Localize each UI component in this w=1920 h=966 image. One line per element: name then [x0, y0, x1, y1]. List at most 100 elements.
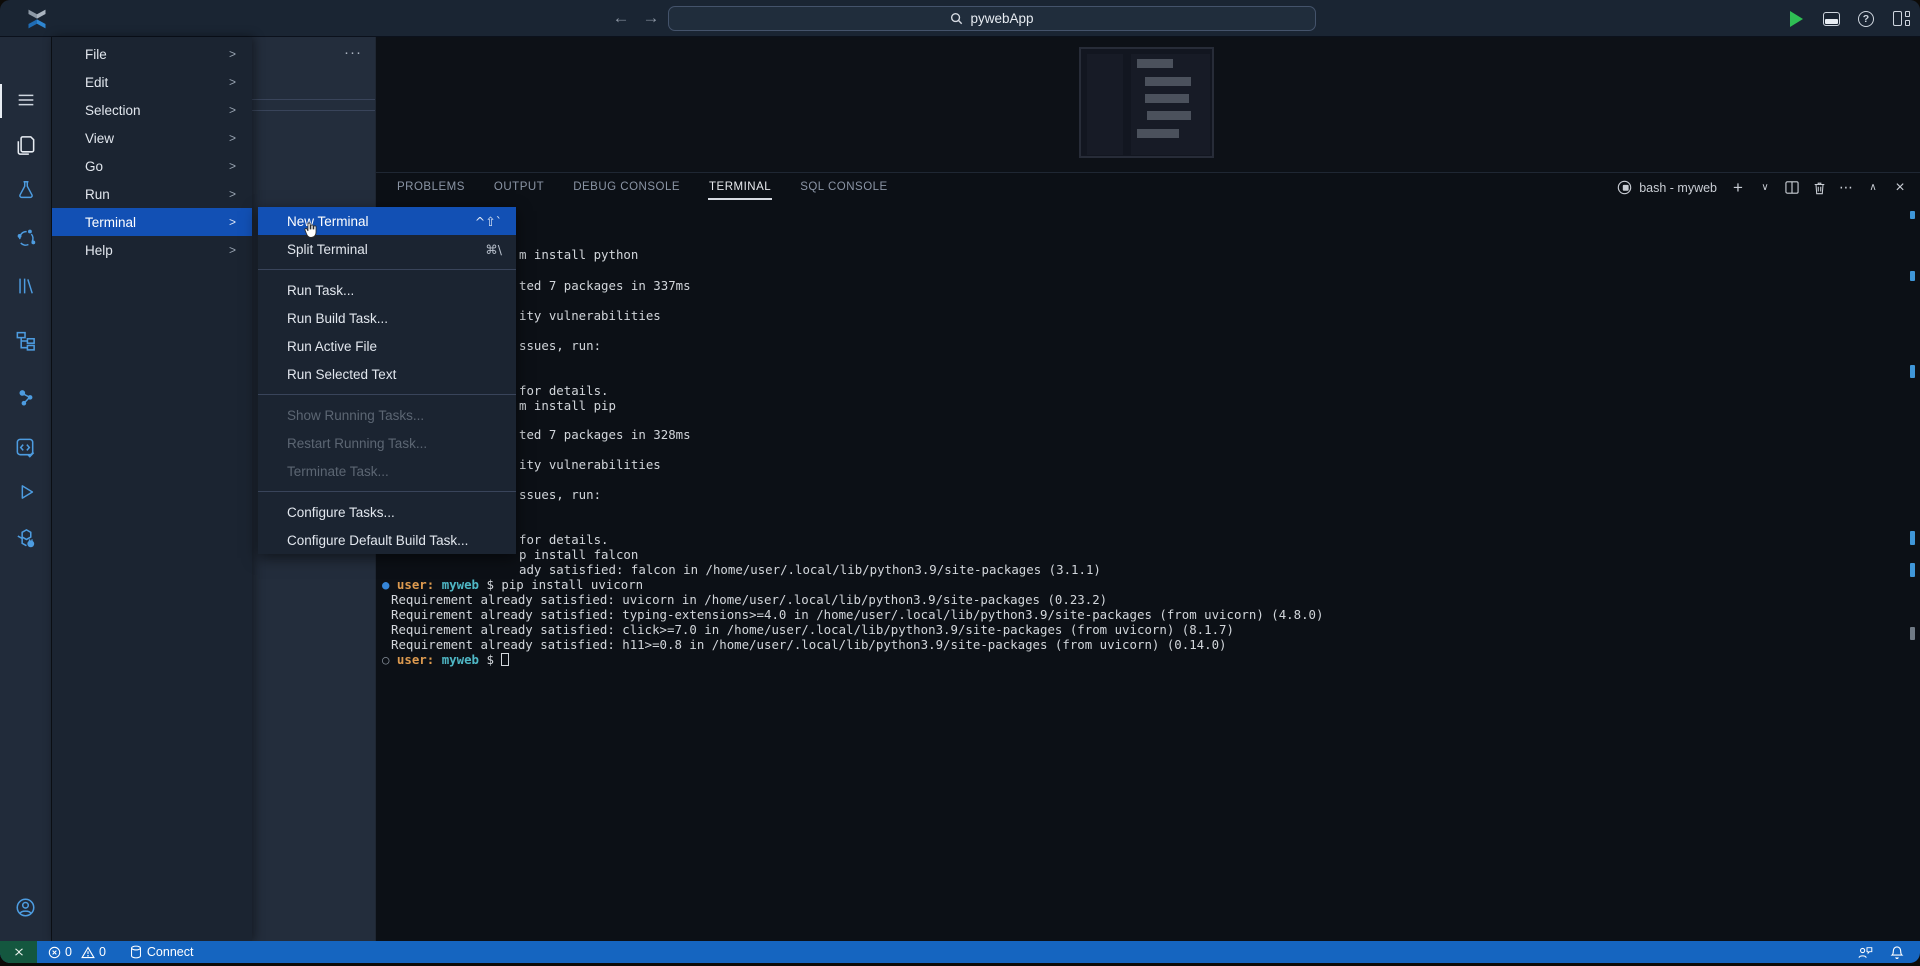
connect-button[interactable]: Connect — [130, 945, 194, 959]
terminal-line: Requirement already satisfied: h11>=0.8 … — [391, 637, 1227, 652]
bottom-panel: PROBLEMS OUTPUT DEBUG CONSOLE TERMINAL SQL C… — [376, 172, 1920, 941]
submenu-item-run-build-task[interactable]: Run Build Task... — [258, 304, 516, 332]
terminal-label: bash - myweb — [1639, 181, 1717, 195]
terminal-line: Requirement already satisfied: typing-ex… — [391, 607, 1323, 622]
terminal-line: m install pip — [519, 398, 616, 413]
submenu-item-configure-default-build-task[interactable]: Configure Default Build Task... — [258, 526, 516, 554]
chevron-right-icon: > — [229, 103, 236, 117]
tab-debug-console[interactable]: DEBUG CONSOLE — [572, 173, 681, 202]
menu-item-terminal[interactable]: Terminal> — [52, 208, 252, 236]
overview-ruler — [1910, 1, 1915, 963]
mouse-cursor-hand — [301, 221, 320, 240]
tab-terminal[interactable]: TERMINAL — [708, 173, 772, 202]
search-icon — [950, 12, 963, 25]
app-window: ← → pywebApp ? ··· — [0, 0, 1920, 963]
remote-indicator[interactable] — [0, 941, 37, 963]
bell-icon[interactable] — [1890, 945, 1904, 960]
terminal-line: for details. — [519, 532, 609, 547]
more-actions-icon[interactable]: ··· — [344, 44, 362, 61]
tab-sql-console[interactable]: SQL CONSOLE — [799, 173, 889, 202]
submenu-item-run-task[interactable]: Run Task... — [258, 276, 516, 304]
terminal-cursor — [501, 653, 509, 666]
terminal-submenu: New Terminal^⇧`Split Terminal⌘\ Run Task.… — [258, 207, 516, 554]
terminal-line: ity vulnerabilities — [519, 308, 661, 323]
panel-icon — [1823, 12, 1840, 26]
toggle-panel-button[interactable] — [1820, 8, 1842, 30]
panel-actions: bash - myweb + ∨ ⋯ ∧ × — [1617, 173, 1907, 202]
submenu-item-configure-tasks[interactable]: Configure Tasks... — [258, 498, 516, 526]
run-icon[interactable] — [0, 472, 51, 512]
graph-icon[interactable] — [0, 378, 51, 418]
remote-icon — [12, 945, 26, 959]
main-menu: File>Edit>Selection>View>Go>Run>Terminal… — [52, 37, 252, 941]
warning-icon — [81, 946, 95, 959]
keyboard-shortcut: ^⇧` — [475, 214, 502, 229]
status-bar: 0 0 Connect — [0, 941, 1920, 963]
activity-bar — [0, 37, 51, 941]
account-icon[interactable] — [0, 887, 51, 927]
preview-left-column — [1087, 54, 1123, 155]
terminal-line: p install falcon — [519, 547, 638, 562]
terminal-picker-chevron[interactable]: ∨ — [1758, 182, 1772, 193]
terminal-line: for details. — [519, 383, 609, 398]
editor-area: PROBLEMS OUTPUT DEBUG CONSOLE TERMINAL SQL C… — [375, 37, 1920, 941]
terminal-line: ted 7 packages in 328ms — [519, 427, 691, 442]
submenu-item-run-selected-text[interactable]: Run Selected Text — [258, 360, 516, 388]
tab-problems[interactable]: PROBLEMS — [396, 173, 466, 202]
library-icon[interactable] — [0, 266, 51, 306]
connect-label: Connect — [147, 945, 194, 959]
share-icon[interactable] — [0, 218, 51, 258]
problems-status[interactable]: 0 0 — [48, 945, 106, 959]
back-icon[interactable]: ← — [608, 4, 634, 32]
submenu-item-split-terminal[interactable]: Split Terminal⌘\ — [258, 235, 516, 263]
command-center-search[interactable]: pywebApp — [668, 6, 1316, 31]
submenu-item-show-running-tasks: Show Running Tasks... — [258, 401, 516, 429]
terminal-line: Requirement already satisfied: uvicorn i… — [391, 592, 1107, 607]
terminal-output: m install pythonted 7 packages in 337msi… — [376, 202, 1920, 941]
split-terminal-button[interactable] — [1785, 181, 1799, 194]
help-button[interactable]: ? — [1855, 8, 1877, 30]
app-logo-icon — [24, 6, 50, 32]
search-value: pywebApp — [970, 11, 1033, 26]
menu-item-file[interactable]: File> — [52, 40, 252, 68]
chevron-right-icon: > — [229, 243, 236, 257]
menu-item-help[interactable]: Help> — [52, 236, 252, 264]
chevron-right-icon: > — [229, 75, 236, 89]
customize-layout-button[interactable] — [1890, 8, 1912, 30]
terminal-viewport[interactable]: m install pythonted 7 packages in 337msi… — [376, 202, 1920, 941]
new-terminal-button[interactable]: + — [1731, 181, 1745, 195]
terminal-line: ted 7 packages in 337ms — [519, 278, 691, 293]
terminal-instance[interactable]: bash - myweb — [1617, 180, 1717, 195]
terminal-icon — [1617, 180, 1632, 195]
code-check-icon[interactable] — [0, 427, 51, 467]
maximize-panel-button[interactable]: ∧ — [1866, 182, 1880, 193]
files-icon[interactable] — [0, 125, 51, 165]
close-panel-button[interactable]: × — [1893, 181, 1907, 195]
menu-icon[interactable] — [0, 80, 51, 120]
overview-ruler-tick — [1910, 531, 1915, 545]
tab-output[interactable]: OUTPUT — [493, 173, 545, 202]
deploy-icon[interactable] — [0, 518, 51, 558]
kill-terminal-button[interactable] — [1812, 181, 1826, 195]
panel-tab-bar: PROBLEMS OUTPUT DEBUG CONSOLE TERMINAL SQL C… — [396, 173, 889, 202]
submenu-item-new-terminal[interactable]: New Terminal^⇧` — [258, 207, 516, 235]
forward-icon[interactable]: → — [638, 4, 664, 32]
flask-icon[interactable] — [0, 170, 51, 210]
run-app-button[interactable] — [1785, 8, 1807, 30]
chevron-right-icon: > — [229, 47, 236, 61]
terminal-line: Requirement already satisfied: click>=7.… — [391, 622, 1234, 637]
menu-item-edit[interactable]: Edit> — [52, 68, 252, 96]
more-actions-button[interactable]: ⋯ — [1839, 180, 1853, 196]
menu-item-selection[interactable]: Selection> — [52, 96, 252, 124]
submenu-item-run-active-file[interactable]: Run Active File — [258, 332, 516, 360]
menu-item-go[interactable]: Go> — [52, 152, 252, 180]
hierarchy-icon[interactable] — [0, 320, 51, 360]
terminal-line: ● user: myweb $ pip install uvicorn — [382, 577, 643, 592]
preview-text-column — [1131, 54, 1210, 155]
overview-ruler-tick — [1910, 627, 1915, 640]
error-icon — [48, 946, 61, 959]
submenu-item-restart-running-task: Restart Running Task... — [258, 429, 516, 457]
feedback-icon[interactable] — [1857, 945, 1873, 960]
menu-item-view[interactable]: View> — [52, 124, 252, 152]
menu-item-run[interactable]: Run> — [52, 180, 252, 208]
